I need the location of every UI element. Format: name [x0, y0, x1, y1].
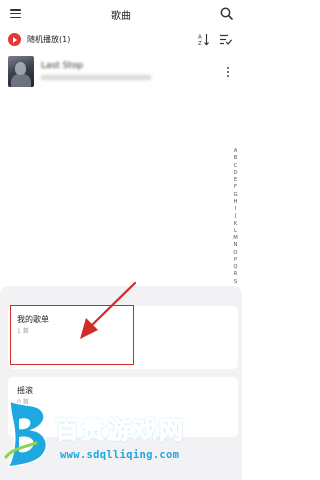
svg-text:A: A [198, 35, 202, 41]
watermark-logo-icon [4, 399, 48, 468]
alphabet-index-letter[interactable]: B [231, 155, 240, 162]
page-title: 歌曲 [111, 11, 131, 22]
alphabet-index-letter[interactable]: C [231, 163, 240, 170]
alphabet-index-letter[interactable]: S [231, 279, 240, 286]
alphabet-index-letter[interactable]: Q [231, 264, 240, 271]
watermark-text: 百贵游戏网 [55, 416, 185, 445]
song-subtitle [41, 75, 151, 80]
song-list-item[interactable]: Last Stop [0, 56, 242, 90]
alphabet-index[interactable]: ABCDEFGHIJKLMNOPQRS [231, 148, 240, 286]
alphabet-index-letter[interactable]: H [231, 199, 240, 206]
alphabet-index-letter[interactable]: M [231, 235, 240, 242]
alphabet-index-letter[interactable]: P [231, 257, 240, 264]
alphabet-index-letter[interactable]: E [231, 177, 240, 184]
sort-icon[interactable]: A Z [198, 33, 210, 46]
watermark-url: www.sdqlliqing.com [60, 449, 180, 461]
multiselect-icon[interactable] [220, 34, 232, 45]
annotation-highlight-box [10, 305, 134, 365]
shuffle-play-row[interactable]: 随机播放(1) A Z [0, 30, 242, 50]
song-title: Last Stop [41, 61, 84, 71]
alphabet-index-letter[interactable]: A [231, 148, 240, 155]
more-options-icon[interactable] [227, 67, 230, 79]
alphabet-index-letter[interactable]: L [231, 228, 240, 235]
alphabet-index-letter[interactable]: O [231, 250, 240, 257]
top-bar: 歌曲 [0, 0, 242, 28]
play-icon[interactable] [8, 33, 21, 46]
alphabet-index-letter[interactable]: D [231, 170, 240, 177]
alphabet-index-letter[interactable]: I [231, 206, 240, 213]
watermark: 百贵游戏网 www.sdqlliqing.com [0, 397, 242, 480]
shuffle-play-label: 随机播放(1) [27, 35, 71, 44]
alphabet-index-letter[interactable]: R [231, 271, 240, 278]
alphabet-index-letter[interactable]: N [231, 242, 240, 249]
search-icon[interactable] [220, 7, 233, 20]
svg-text:Z: Z [198, 41, 202, 46]
alphabet-index-letter[interactable]: K [231, 221, 240, 228]
alphabet-index-letter[interactable]: J [231, 213, 240, 220]
alphabet-index-letter[interactable]: G [231, 192, 240, 199]
alphabet-index-letter[interactable]: F [231, 184, 240, 191]
album-cover [8, 56, 34, 87]
playlist-name: 摇滚 [17, 386, 33, 395]
